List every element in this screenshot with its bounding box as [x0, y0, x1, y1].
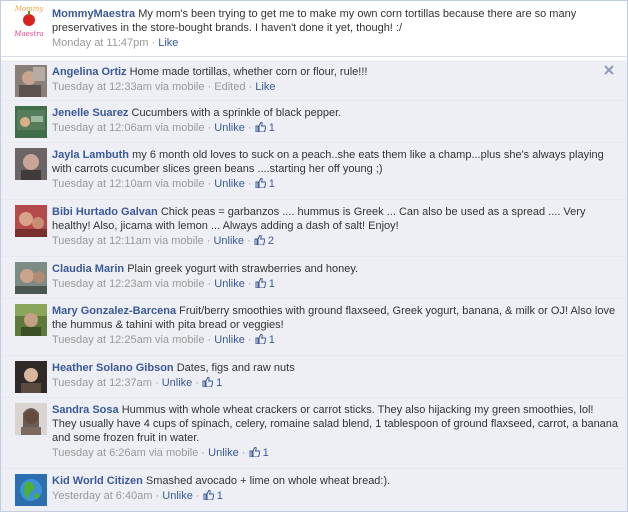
- comment-meta: Tuesday at 6:26am via mobile · Unlike · …: [52, 447, 269, 459]
- like-count[interactable]: 1: [255, 334, 275, 346]
- like-count[interactable]: 1: [255, 122, 275, 134]
- comment-item: Bibi Hurtado Galvan Chick peas = garbanz…: [1, 200, 627, 257]
- comment-item: Kid World Citizen Smashed avocado + lime…: [1, 469, 627, 511]
- comment-time[interactable]: Tuesday at 12:25am: [52, 334, 152, 346]
- comment-time[interactable]: Tuesday at 12:23am: [52, 278, 152, 290]
- comment-body: Angelina Ortiz Home made tortillas, whet…: [52, 65, 619, 79]
- comment-item: Heather Solano Gibson Dates, figs and ra…: [1, 356, 627, 398]
- unlike-button[interactable]: Unlike: [208, 447, 239, 459]
- thumbs-up-icon: [255, 178, 266, 188]
- comment-time[interactable]: Tuesday at 6:26am: [52, 447, 146, 459]
- comment-body: Heather Solano Gibson Dates, figs and ra…: [52, 361, 619, 375]
- svg-text:Mommy: Mommy: [14, 5, 45, 13]
- comment-text: Dates, figs and raw nuts: [176, 362, 295, 374]
- like-count[interactable]: 1: [249, 447, 269, 459]
- comment-time[interactable]: Tuesday at 12:06am: [52, 122, 152, 134]
- comment-text: Home made tortillas, whether corn or flo…: [129, 66, 368, 78]
- like-button[interactable]: Like: [255, 81, 275, 93]
- avatar[interactable]: [15, 361, 47, 393]
- commenter-name[interactable]: Angelina Ortiz: [52, 66, 127, 78]
- avatar[interactable]: Mommy Maestra: [11, 3, 47, 39]
- avatar[interactable]: [15, 474, 47, 506]
- comment-meta: Tuesday at 12:10am via mobile · Unlike ·…: [52, 178, 275, 190]
- thumbs-up-icon: [203, 490, 214, 500]
- comment-meta: Tuesday at 12:33am via mobile · Edited ·…: [52, 81, 276, 93]
- svg-text:Maestra: Maestra: [13, 30, 43, 38]
- commenter-name[interactable]: Bibi Hurtado Galvan: [52, 206, 158, 218]
- comment-meta: Yesterday at 6:40am · Unlike · 1: [52, 490, 223, 502]
- comment-item: Jayla Lambuth my 6 month old loves to su…: [1, 143, 627, 200]
- avatar[interactable]: [15, 262, 47, 294]
- comment-body: Sandra Sosa Hummus with whole wheat crac…: [52, 403, 619, 445]
- like-count[interactable]: 1: [255, 278, 275, 290]
- comment-item: Sandra Sosa Hummus with whole wheat crac…: [1, 398, 627, 469]
- commenter-name[interactable]: Jenelle Suarez: [52, 107, 128, 119]
- thumbs-up-icon: [255, 122, 266, 132]
- unlike-button[interactable]: Unlike: [214, 334, 245, 346]
- comment-text: Hummus with whole wheat crackers or carr…: [52, 404, 619, 444]
- like-count[interactable]: 1: [203, 490, 223, 502]
- comment-text: my 6 month old loves to suck on a peach.…: [52, 149, 604, 175]
- unlike-button[interactable]: Unlike: [214, 122, 245, 134]
- thumbs-up-icon: [255, 278, 266, 288]
- comment-text: Plain greek yogurt with strawberries and…: [127, 263, 359, 275]
- comment-time[interactable]: Monday at 11:47pm: [52, 37, 148, 49]
- comment-meta: Monday at 11:47pm · Like: [52, 37, 179, 49]
- comment-thread: Mommy Maestra MommyMaestra My mom's been…: [0, 0, 628, 512]
- comment-time[interactable]: Tuesday at 12:33am: [52, 81, 152, 93]
- comment-body: Mary Gonzalez-Barcena Fruit/berry smooth…: [52, 304, 619, 332]
- comment-item: Mommy Maestra MommyMaestra My mom's been…: [1, 1, 627, 57]
- thumbs-up-icon: [202, 377, 214, 387]
- thumbs-up-icon: [255, 334, 266, 344]
- unlike-button[interactable]: Unlike: [214, 278, 245, 290]
- comment-body: MommyMaestra My mom's been trying to get…: [52, 7, 619, 35]
- commenter-name[interactable]: Mary Gonzalez-Barcena: [52, 305, 176, 317]
- comment-text: Cucumbers with a sprinkle of black peppe…: [131, 107, 342, 119]
- comment-body: Kid World Citizen Smashed avocado + lime…: [52, 474, 619, 488]
- avatar[interactable]: [15, 106, 47, 138]
- comment-time[interactable]: Yesterday at 6:40am: [52, 490, 153, 502]
- close-icon[interactable]: [604, 65, 614, 75]
- avatar[interactable]: [15, 65, 47, 97]
- avatar[interactable]: [15, 403, 47, 435]
- avatar[interactable]: [15, 148, 47, 180]
- comment-meta: Tuesday at 12:23am via mobile · Unlike ·…: [52, 278, 275, 290]
- comment-meta: Tuesday at 12:37am · Unlike · 1: [52, 377, 223, 389]
- comment-body: Bibi Hurtado Galvan Chick peas = garbanz…: [52, 205, 619, 233]
- like-count[interactable]: 2: [254, 235, 274, 247]
- like-count[interactable]: 1: [202, 377, 222, 389]
- commenter-name[interactable]: Heather Solano Gibson: [52, 362, 174, 374]
- comment-meta: Tuesday at 12:25am via mobile · Unlike ·…: [52, 334, 275, 346]
- commenter-name[interactable]: Jayla Lambuth: [52, 149, 129, 161]
- comment-item: Angelina Ortiz Home made tortillas, whet…: [1, 60, 627, 101]
- thumbs-up-icon: [254, 235, 265, 245]
- comment-time[interactable]: Tuesday at 12:10am: [52, 178, 152, 190]
- unlike-button[interactable]: Unlike: [213, 235, 244, 247]
- commenter-name[interactable]: MommyMaestra: [52, 8, 135, 20]
- comment-item: Jenelle Suarez Cucumbers with a sprinkle…: [1, 101, 627, 143]
- comment-body: Jayla Lambuth my 6 month old loves to su…: [52, 148, 619, 176]
- edited-label[interactable]: Edited: [214, 81, 245, 93]
- commenter-name[interactable]: Kid World Citizen: [52, 475, 143, 487]
- like-count[interactable]: 1: [255, 178, 275, 190]
- comment-meta: Tuesday at 12:06am via mobile · Unlike ·…: [52, 122, 275, 134]
- comment-body: Jenelle Suarez Cucumbers with a sprinkle…: [52, 106, 619, 120]
- comment-text: Smashed avocado + lime on whole wheat br…: [145, 475, 391, 487]
- comment-body: Claudia Marin Plain greek yogurt with st…: [52, 262, 619, 276]
- like-button[interactable]: Like: [158, 37, 178, 49]
- comment-item: Mary Gonzalez-Barcena Fruit/berry smooth…: [1, 299, 627, 356]
- thumbs-up-icon: [249, 447, 260, 457]
- unlike-button[interactable]: Unlike: [162, 490, 193, 502]
- mommymaestra-logo: Mommy Maestra: [11, 3, 47, 39]
- avatar[interactable]: [15, 205, 47, 237]
- comment-meta: Tuesday at 12:11am via mobile · Unlike ·…: [52, 235, 275, 247]
- comment-item: Claudia Marin Plain greek yogurt with st…: [1, 257, 627, 299]
- unlike-button[interactable]: Unlike: [214, 178, 245, 190]
- avatar[interactable]: [15, 304, 47, 336]
- comment-time[interactable]: Tuesday at 12:37am: [52, 377, 152, 389]
- commenter-name[interactable]: Sandra Sosa: [52, 404, 119, 416]
- commenter-name[interactable]: Claudia Marin: [52, 263, 124, 275]
- unlike-button[interactable]: Unlike: [162, 377, 193, 389]
- comment-time[interactable]: Tuesday at 12:11am: [52, 235, 151, 247]
